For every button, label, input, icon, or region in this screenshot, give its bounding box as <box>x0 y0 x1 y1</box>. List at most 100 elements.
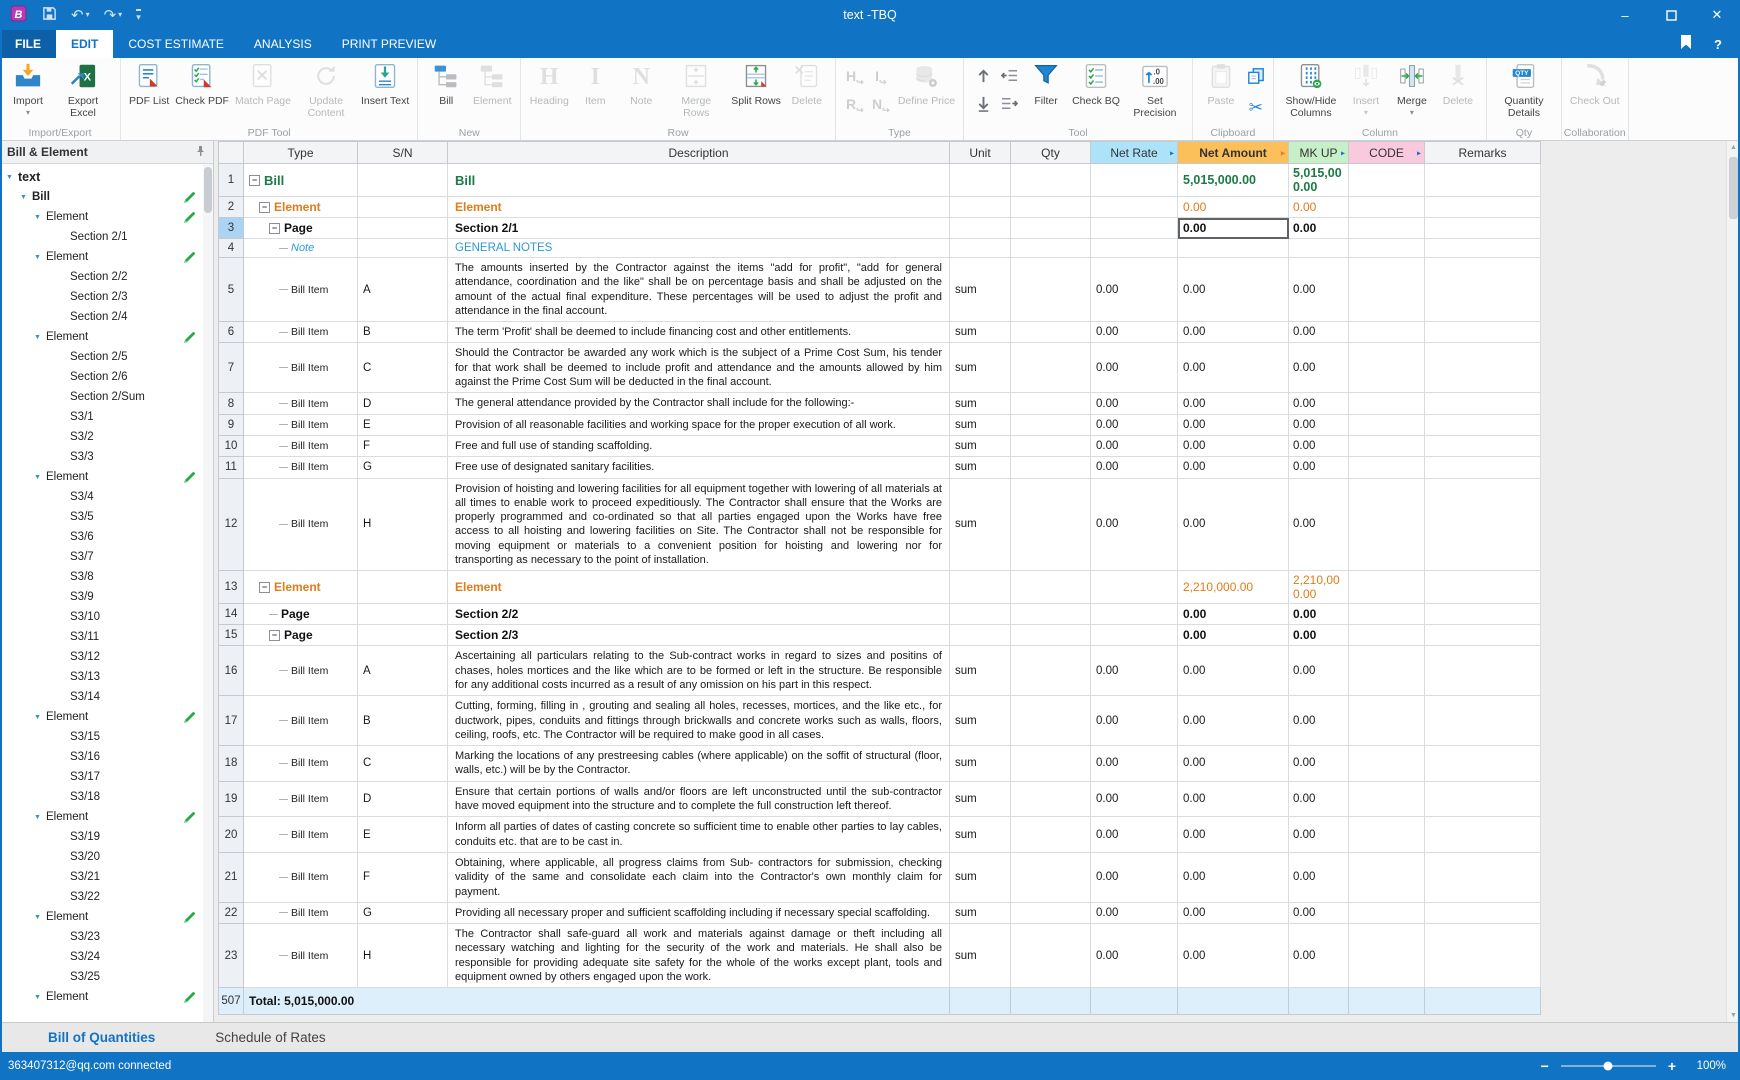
sidebar-item-element-41[interactable]: ▼Element <box>0 987 203 1007</box>
cell-type[interactable]: Bill Item <box>244 817 358 853</box>
cell-net-amount[interactable]: 0.00 <box>1178 457 1289 478</box>
cell-qty[interactable] <box>1011 343 1091 393</box>
cell-code[interactable] <box>1349 414 1425 435</box>
copy-button[interactable] <box>1247 67 1265 90</box>
tree-expand-icon[interactable]: ▼ <box>34 914 46 921</box>
cell-type[interactable]: Bill Item <box>244 746 358 782</box>
column-header-unit[interactable]: Unit <box>950 142 1011 164</box>
cell-unit[interactable] <box>950 239 1011 258</box>
cell-mkup[interactable]: 0.00 <box>1289 817 1349 853</box>
cell-remarks[interactable] <box>1425 924 1541 988</box>
sidebar-item-element-32[interactable]: ▼Element <box>0 807 203 827</box>
cell-type[interactable]: Bill Item <box>244 435 358 456</box>
sidebar-item-section-2-1-3[interactable]: Section 2/1 <box>0 227 203 247</box>
sidebar-item-s3-21-35[interactable]: S3/21 <box>0 867 203 887</box>
cell-type[interactable]: Bill Item <box>244 457 358 478</box>
quantity-details-button[interactable]: QTYQuantity Details <box>1492 61 1556 121</box>
save-icon[interactable] <box>42 6 57 24</box>
cell-description[interactable]: Section 2/1 <box>448 218 950 239</box>
cell-net-amount[interactable]: 0.00 <box>1178 478 1289 571</box>
cell-net-amount[interactable]: 0.00 <box>1178 746 1289 782</box>
tree-expand-icon[interactable]: ▼ <box>20 194 32 201</box>
sidebar-item-s3-2-13[interactable]: S3/2 <box>0 427 203 447</box>
cell-remarks[interactable] <box>1425 478 1541 571</box>
pin-icon[interactable] <box>195 145 206 160</box>
cell-net-rate[interactable]: 0.00 <box>1091 322 1178 343</box>
sidebar-item-s3-15-28[interactable]: S3/15 <box>0 727 203 747</box>
sidebar-item-s3-6-18[interactable]: S3/6 <box>0 527 203 547</box>
cell-code[interactable] <box>1349 571 1425 604</box>
cell-net-rate[interactable] <box>1091 197 1178 218</box>
cell-qty[interactable] <box>1011 457 1091 478</box>
cell-mkup[interactable]: 0.00 <box>1289 197 1349 218</box>
sidebar-item-s3-4-16[interactable]: S3/4 <box>0 487 203 507</box>
cell-remarks[interactable] <box>1425 781 1541 817</box>
tree-expand-icon[interactable]: ▼ <box>34 814 46 821</box>
bottom-tab-bill-of-quantities[interactable]: Bill of Quantities <box>48 1030 155 1045</box>
cell-qty[interactable] <box>1011 164 1091 197</box>
sidebar-item-element-15[interactable]: ▼Element <box>0 467 203 487</box>
zoom-slider-knob[interactable] <box>1604 1062 1613 1071</box>
cell-type[interactable]: Page <box>244 604 358 625</box>
cell-qty[interactable] <box>1011 924 1091 988</box>
cell-code[interactable] <box>1349 218 1425 239</box>
row-number[interactable]: 11 <box>219 457 244 478</box>
cell-description[interactable]: Obtaining, where applicable, all progres… <box>448 852 950 902</box>
cell-type[interactable]: Bill Item <box>244 414 358 435</box>
cell-remarks[interactable] <box>1425 164 1541 197</box>
cell-unit[interactable]: sum <box>950 435 1011 456</box>
row-number[interactable]: 6 <box>219 322 244 343</box>
cell-type[interactable]: Bill Item <box>244 322 358 343</box>
cell-net-rate[interactable]: 0.00 <box>1091 646 1178 696</box>
column-header-net-amount[interactable]: Net Amount▸ <box>1178 142 1289 164</box>
cell-remarks[interactable] <box>1425 258 1541 322</box>
bookmark-icon[interactable] <box>1680 35 1692 54</box>
cell-qty[interactable] <box>1011 696 1091 746</box>
cell-remarks[interactable] <box>1425 239 1541 258</box>
edit-pencil-icon[interactable] <box>183 711 196 727</box>
cell-net-rate[interactable] <box>1091 571 1178 604</box>
cell-net-rate[interactable] <box>1091 239 1178 258</box>
tree-expand-icon[interactable]: ▼ <box>34 474 46 481</box>
app-logo[interactable]: B <box>10 5 28 26</box>
cell-mkup[interactable]: 0.00 <box>1289 646 1349 696</box>
row-number[interactable]: 12 <box>219 478 244 571</box>
cell-mkup[interactable]: 0.00 <box>1289 343 1349 393</box>
header-filter-arrow-icon[interactable]: ▸ <box>1170 148 1174 157</box>
cell-code[interactable] <box>1349 924 1425 988</box>
cell-type[interactable]: −Page <box>244 218 358 239</box>
cell-description[interactable]: Cutting, forming, filling in , grouting … <box>448 696 950 746</box>
cell-type[interactable]: Bill Item <box>244 852 358 902</box>
total-cell-code[interactable] <box>1349 988 1425 1015</box>
cell-net-rate[interactable] <box>1091 604 1178 625</box>
collapse-icon[interactable]: − <box>259 202 270 213</box>
cell-type[interactable]: Bill Item <box>244 646 358 696</box>
cell-remarks[interactable] <box>1425 197 1541 218</box>
cell-net-amount[interactable]: 0.00 <box>1178 696 1289 746</box>
tab-cost-estimate[interactable]: COST ESTIMATE <box>113 30 239 58</box>
row-number[interactable]: 22 <box>219 902 244 923</box>
row-number[interactable]: 20 <box>219 817 244 853</box>
cell-unit[interactable] <box>950 164 1011 197</box>
cell-description[interactable]: Ascertaining all particulars relating to… <box>448 646 950 696</box>
cell-net-amount[interactable] <box>1178 239 1289 258</box>
cell-sn[interactable]: F <box>358 435 448 456</box>
total-cell-unit[interactable] <box>950 988 1011 1015</box>
cell-sn[interactable]: E <box>358 414 448 435</box>
row-number[interactable]: 1 <box>219 164 244 197</box>
minimize-icon[interactable]: – <box>1602 0 1648 30</box>
cell-code[interactable] <box>1349 197 1425 218</box>
column-header-net-rate[interactable]: Net Rate▸ <box>1091 142 1178 164</box>
cell-remarks[interactable] <box>1425 457 1541 478</box>
cut-button[interactable]: ✂ <box>1247 98 1265 118</box>
cell-code[interactable] <box>1349 902 1425 923</box>
sidebar-item-s3-22-36[interactable]: S3/22 <box>0 887 203 907</box>
cell-net-amount[interactable]: 0.00 <box>1178 902 1289 923</box>
cell-mkup[interactable]: 2,210,000.00 <box>1289 571 1349 604</box>
cell-net-amount[interactable]: 0.00 <box>1178 924 1289 988</box>
cell-unit[interactable]: sum <box>950 817 1011 853</box>
cell-unit[interactable]: sum <box>950 781 1011 817</box>
cell-qty[interactable] <box>1011 746 1091 782</box>
cell-code[interactable] <box>1349 817 1425 853</box>
sidebar-item-s3-23-38[interactable]: S3/23 <box>0 927 203 947</box>
